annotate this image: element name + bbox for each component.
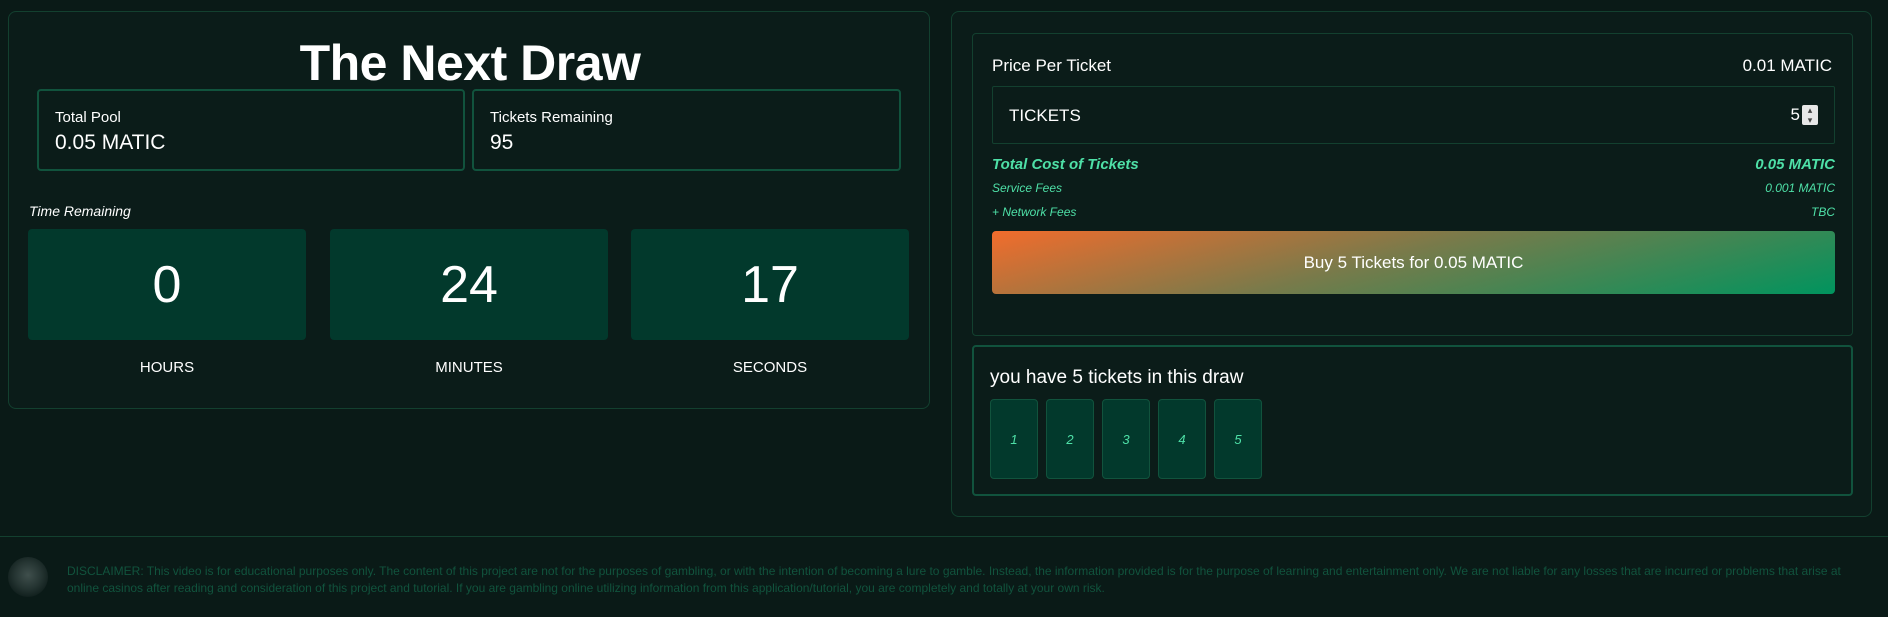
ticket-chip: 5 — [1214, 399, 1262, 479]
service-fees-value: 0.001 MATIC — [1765, 181, 1835, 195]
network-fees-label: + Network Fees — [992, 205, 1077, 219]
page-title: The Next Draw — [299, 35, 641, 91]
total-pool-card: Total Pool 0.05 MATIC — [37, 89, 465, 171]
service-fees-row: Service Fees 0.001 MATIC — [992, 181, 1835, 195]
buy-tickets-button[interactable]: Buy 5 Tickets for 0.05 MATIC — [992, 231, 1835, 294]
my-tickets-card: you have 5 tickets in this draw 1 2 3 4 … — [972, 345, 1853, 496]
ticket-chip: 1 — [990, 399, 1038, 479]
hours-label: HOURS — [139, 359, 195, 376]
quantity-stepper-icon[interactable]: ▴ ▾ — [1802, 105, 1818, 125]
total-pool-value: 0.05 MATIC — [55, 131, 166, 154]
price-per-ticket-value: 0.01 MATIC — [1742, 56, 1832, 75]
total-cost-label: Total Cost of Tickets — [992, 156, 1139, 173]
total-cost-row: Total Cost of Tickets 0.05 MATIC — [992, 156, 1835, 173]
seconds-value: 17 — [631, 229, 909, 340]
total-cost-value: 0.05 MATIC — [1755, 156, 1835, 173]
tickets-label: TICKETS — [1009, 106, 1081, 125]
buy-tickets-card: Price Per Ticket 0.01 MATIC TICKETS ▴▾ T… — [972, 33, 1853, 336]
total-pool-label: Total Pool — [55, 109, 121, 126]
seconds-label: SECONDS — [732, 359, 808, 376]
time-remaining-label: Time Remaining — [29, 203, 131, 219]
ticket-chip: 2 — [1046, 399, 1094, 479]
price-per-ticket-label: Price Per Ticket — [992, 56, 1112, 75]
network-fees-value: TBC — [1811, 205, 1835, 219]
my-tickets-title: you have 5 tickets in this draw — [990, 367, 1244, 388]
ticket-chip: 3 — [1102, 399, 1150, 479]
network-fees-row: + Network Fees TBC — [992, 205, 1835, 219]
next-draw-panel: The Next Draw Total Pool 0.05 MATIC Tick… — [8, 11, 930, 409]
disclaimer-text: DISCLAIMER: This video is for educationa… — [67, 564, 1841, 595]
ticket-chip: 4 — [1158, 399, 1206, 479]
tickets-remaining-card: Tickets Remaining 95 — [472, 89, 901, 171]
purchase-panel: Price Per Ticket 0.01 MATIC TICKETS ▴▾ T… — [951, 11, 1872, 517]
tickets-remaining-value: 95 — [490, 131, 514, 154]
minutes-value: 24 — [330, 229, 608, 340]
tickets-quantity-field: TICKETS ▴▾ — [992, 86, 1835, 144]
hours-value: 0 — [28, 229, 306, 340]
logo-icon — [8, 557, 48, 597]
tickets-remaining-label: Tickets Remaining — [490, 109, 613, 126]
service-fees-label: Service Fees — [992, 181, 1063, 195]
footer: DISCLAIMER: This video is for educationa… — [0, 536, 1888, 617]
minutes-label: MINUTES — [435, 359, 503, 376]
